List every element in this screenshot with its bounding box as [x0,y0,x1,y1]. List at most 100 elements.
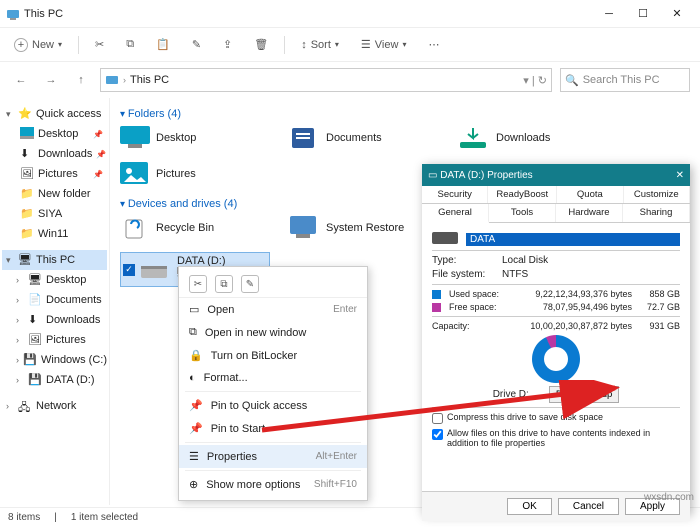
more-icon: ⊕ [189,478,198,491]
checkbox-icon[interactable]: ✓ [123,264,135,276]
cancel-button[interactable]: Cancel [558,498,619,515]
new-button[interactable]: +New▾ [8,35,68,55]
recycle-icon [120,216,150,240]
type-value: Local Disk [502,255,548,266]
view-button[interactable]: ☰ View ▾ [355,35,413,54]
cut-icon[interactable]: ✂ [89,35,110,54]
pin-icon: 📌 [189,399,203,412]
ctx-open[interactable]: ▭OpenEnter [179,298,367,321]
pictures-icon: 🖼 [20,167,34,181]
item-count: 8 items [8,512,40,523]
ctx-pin-quick[interactable]: 📌Pin to Quick access [179,394,367,417]
lock-icon: 🔒 [189,349,203,362]
tab-hardware[interactable]: Hardware [556,204,623,222]
close-button[interactable]: ✕ [660,2,694,26]
folder-documents[interactable]: Documents [290,126,440,150]
tab-quota[interactable]: Quota [557,186,623,203]
tab-readyboost[interactable]: ReadyBoost [488,186,557,203]
free-color-icon [432,303,441,312]
tab-customize[interactable]: Customize [624,186,690,203]
ctx-format[interactable]: ◐Format... [179,367,367,389]
pin-icon: 📌 [189,422,203,435]
filesystem-label: File system: [432,269,494,280]
ctx-cut-icon[interactable]: ✂ [189,275,207,293]
app-icon [6,7,20,21]
ctx-properties[interactable]: ☰PropertiesAlt+Enter [179,445,367,468]
ok-button[interactable]: OK [507,498,551,515]
nav-downloads2[interactable]: ›⬇Downloads [2,310,107,330]
drive-icon [432,232,458,246]
folder-icon: 📁 [20,227,34,241]
device-recycle-bin[interactable]: Recycle Bin [120,216,270,240]
nav-this-pc[interactable]: ▾🖥This PC [2,250,107,270]
more-icon[interactable]: ⋯ [422,35,445,54]
tab-security[interactable]: Security [422,186,488,203]
folder-icon: 📁 [20,187,34,201]
index-checkbox[interactable] [432,429,443,440]
nav-newfolder[interactable]: 📁New folder [2,184,107,204]
pc-icon [105,73,119,87]
ctx-pin-start[interactable]: 📌Pin to Start [179,417,367,440]
search-input[interactable]: 🔍 Search This PC [560,68,690,92]
minimize-button[interactable]: ─ [592,2,626,26]
nav-network[interactable]: ›🖧Network [2,396,107,416]
address-bar[interactable]: › This PC ▾ | ↻ [100,68,552,92]
drive-icon: ▭ [428,170,437,181]
format-icon: ◐ [189,372,196,384]
compress-checkbox[interactable] [432,413,443,424]
capacity-pie-chart [532,335,580,383]
dialog-close-button[interactable]: ✕ [676,170,684,181]
used-color-icon [432,290,441,299]
selected-count: 1 item selected [71,512,138,523]
nav-downloads[interactable]: ⬇Downloads📌 [2,144,107,164]
star-icon: ⭐ [18,107,32,121]
ctx-more-options[interactable]: ⊕Show more optionsShift+F10 [179,473,367,496]
nav-desktop[interactable]: Desktop📌 [2,124,107,144]
delete-icon[interactable]: 🗑 [248,35,274,54]
drive-icon [141,258,171,282]
up-button[interactable]: ↑ [70,69,92,91]
maximize-button[interactable]: ☐ [626,2,660,26]
nav-pictures[interactable]: 🖼Pictures📌 [2,164,107,184]
breadcrumb[interactable]: This PC [130,74,169,86]
nav-quick-access[interactable]: ▾⭐Quick access [2,104,107,124]
nav-win11[interactable]: 📁Win11 [2,224,107,244]
forward-button[interactable]: → [40,69,62,91]
nav-data-d[interactable]: ›💾DATA (D:) [2,370,107,390]
share-icon[interactable]: ⇪ [217,35,238,54]
back-button[interactable]: ← [10,69,32,91]
pictures-icon [120,162,150,186]
ctx-rename-icon[interactable]: ✎ [241,275,259,293]
nav-siya[interactable]: 📁SIYA [2,204,107,224]
ctx-open-new-window[interactable]: ⧉Open in new window [179,321,367,344]
ctx-bitlocker[interactable]: 🔒Turn on BitLocker [179,344,367,367]
nav-desktop2[interactable]: ›🖥Desktop [2,270,107,290]
nav-pictures2[interactable]: ›🖼Pictures [2,330,107,350]
properties-icon: ☰ [189,450,199,463]
ctx-copy-icon[interactable]: ⧉ [215,275,233,293]
dialog-title: DATA (D:) Properties [440,170,532,181]
downloads-icon [460,126,490,150]
downloads-icon: ⬇ [20,147,34,161]
group-folders[interactable]: Folders (4) [120,108,690,120]
documents-icon [290,126,320,150]
folder-pictures[interactable]: Pictures [120,162,270,186]
disk-cleanup-button[interactable]: Disk Cleanup [549,386,620,403]
nav-documents[interactable]: ›📄Documents [2,290,107,310]
tab-general[interactable]: General [422,204,489,223]
window-title: This PC [24,8,63,20]
folder-downloads[interactable]: Downloads [460,126,610,150]
paste-icon[interactable]: 📋 [150,35,176,54]
tab-sharing[interactable]: Sharing [623,204,690,222]
tab-tools[interactable]: Tools [489,204,556,222]
drive-label: Drive D: [493,389,529,400]
device-system-restore[interactable]: System Restore [290,216,440,240]
folder-desktop[interactable]: Desktop [120,126,270,150]
drive-icon: 💾 [28,373,42,387]
nav-windows-c[interactable]: ›💾Windows (C:) [2,350,107,370]
copy-icon[interactable]: ⧉ [120,35,140,54]
rename-icon[interactable]: ✎ [186,35,207,54]
volume-name-input[interactable]: DATA [466,233,680,246]
search-icon: 🔍 [565,74,579,87]
sort-button[interactable]: ↕ Sort ▾ [295,36,345,54]
